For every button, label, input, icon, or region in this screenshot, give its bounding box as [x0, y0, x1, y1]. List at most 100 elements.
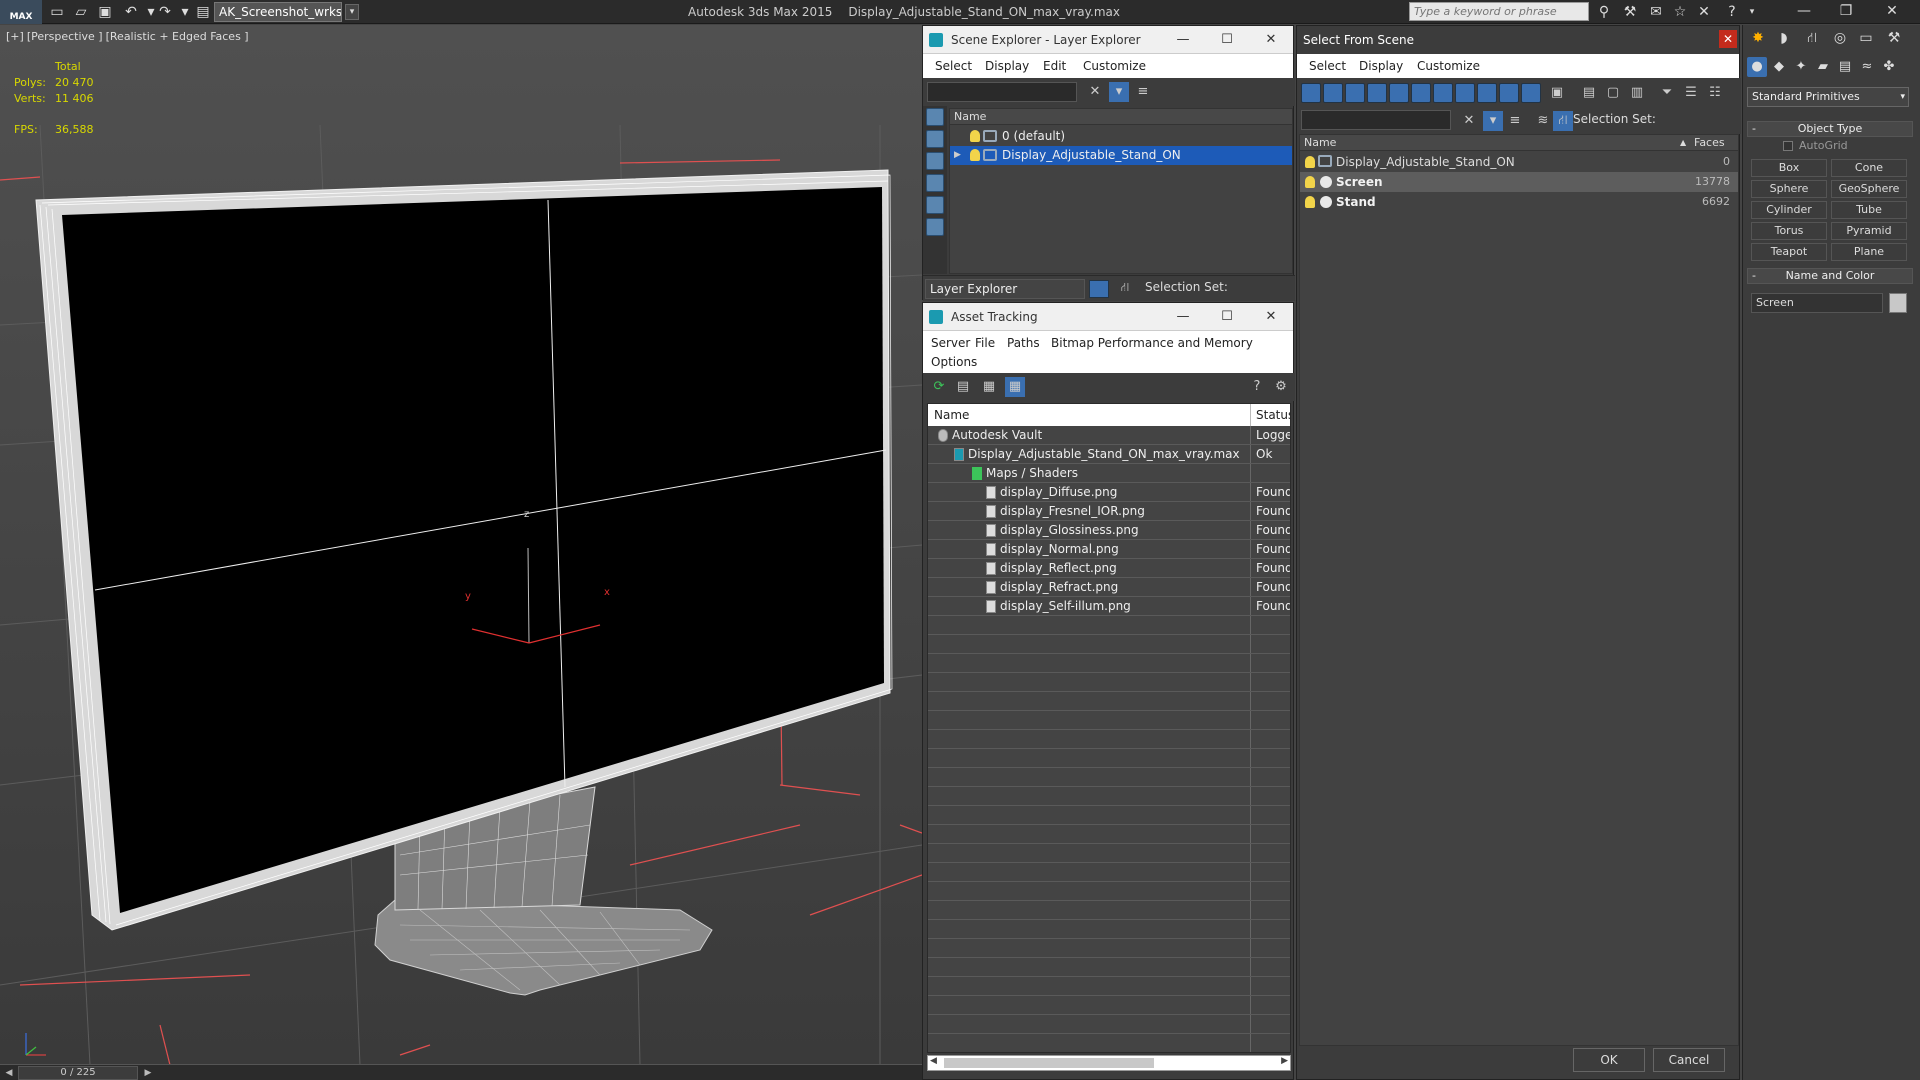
- name-color-rollout-header[interactable]: - Name and Color: [1747, 268, 1913, 284]
- ss-display-all-icon[interactable]: ▣: [1547, 83, 1567, 103]
- object-row[interactable]: Display_Adjustable_Stand_ON 0: [1300, 152, 1738, 172]
- se-menu-select[interactable]: Select: [935, 59, 972, 73]
- scene-explorer-maximize-icon[interactable]: ☐: [1205, 26, 1249, 54]
- asset-row[interactable]: [928, 692, 1290, 711]
- asset-row[interactable]: [928, 901, 1290, 920]
- object-type-rollout-header[interactable]: - Object Type: [1747, 121, 1913, 137]
- primitive-plane-button[interactable]: Plane: [1831, 243, 1907, 261]
- undo-icon[interactable]: ↶: [122, 3, 140, 21]
- time-prev-icon[interactable]: ◀: [2, 1066, 16, 1080]
- cancel-button[interactable]: Cancel: [1653, 1048, 1725, 1072]
- communication-icon[interactable]: ✉: [1646, 2, 1666, 22]
- at-menu-file[interactable]: File: [975, 336, 995, 350]
- at-help-icon[interactable]: ?: [1247, 377, 1267, 397]
- redo-dropdown-icon[interactable]: ▾: [176, 3, 194, 21]
- primitive-tube-button[interactable]: Tube: [1831, 201, 1907, 219]
- visibility-bulb-icon[interactable]: [1305, 196, 1315, 208]
- ss-filter-funnel-icon[interactable]: ⏷: [1657, 83, 1677, 103]
- ss-menu-customize[interactable]: Customize: [1417, 59, 1480, 73]
- asset-row[interactable]: [928, 635, 1290, 654]
- ok-button[interactable]: OK: [1573, 1048, 1645, 1072]
- primitive-category-dropdown[interactable]: Standard Primitives ▾: [1747, 87, 1909, 107]
- ss-select-all-icon[interactable]: ▤: [1579, 83, 1599, 103]
- viewport-menu-view[interactable]: [Perspective ]: [27, 30, 103, 43]
- se-menu-display[interactable]: Display: [985, 59, 1029, 73]
- asset-row[interactable]: [928, 749, 1290, 768]
- restore-icon[interactable]: ❐: [1826, 0, 1866, 24]
- workspace-selector[interactable]: AK_Screenshot_wrksp: [214, 2, 342, 22]
- asset-row[interactable]: display_Glossiness.png Found: [928, 521, 1290, 540]
- se-menu-customize[interactable]: Customize: [1083, 59, 1146, 73]
- redo-icon[interactable]: ↷: [156, 3, 174, 21]
- scene-explorer-close-icon[interactable]: ✕: [1249, 26, 1293, 54]
- save-file-icon[interactable]: ▣: [96, 3, 114, 21]
- se-menu-edit[interactable]: Edit: [1043, 59, 1066, 73]
- asset-col-name[interactable]: Name: [934, 404, 969, 426]
- se-side-shapes-icon[interactable]: [926, 130, 944, 148]
- se-side-helpers-icon[interactable]: [926, 196, 944, 214]
- ss-filter-containers-icon[interactable]: [1499, 83, 1519, 103]
- time-next-icon[interactable]: ▶: [141, 1066, 155, 1080]
- layer-mode-icon[interactable]: [1089, 280, 1109, 298]
- asset-tracking-title-bar[interactable]: Asset Tracking — ☐ ✕: [923, 303, 1293, 331]
- viewport-label[interactable]: [+] [Perspective ] [Realistic + Edged Face…: [6, 30, 249, 43]
- asset-row[interactable]: [928, 863, 1290, 882]
- ss-find-filter-icon[interactable]: ▾: [1483, 111, 1503, 131]
- open-file-icon[interactable]: ▱: [72, 3, 90, 21]
- layer-expand-icon[interactable]: ▶: [954, 146, 961, 165]
- asset-row[interactable]: [928, 730, 1290, 749]
- ss-filter-lights-icon[interactable]: [1345, 83, 1365, 103]
- list-view-icon[interactable]: ▤: [953, 377, 973, 397]
- ss-filter-helpers-icon[interactable]: [1389, 83, 1409, 103]
- asset-row[interactable]: [928, 958, 1290, 977]
- se-side-spacewarps-icon[interactable]: [926, 218, 944, 236]
- layer-row-default[interactable]: 0 (default): [950, 127, 1292, 146]
- hierarchy-tab-icon[interactable]: ⛙: [1801, 27, 1823, 49]
- visibility-bulb-icon[interactable]: [1305, 156, 1315, 168]
- primitive-geosphere-button[interactable]: GeoSphere: [1831, 180, 1907, 198]
- ss-filter-spacewarps-icon[interactable]: [1411, 83, 1431, 103]
- se-search-input[interactable]: [927, 82, 1077, 102]
- asset-row[interactable]: [928, 977, 1290, 996]
- ss-filter-groups-icon[interactable]: [1433, 83, 1453, 103]
- object-color-swatch[interactable]: [1889, 293, 1907, 313]
- utilities-tab-icon[interactable]: ⚒: [1883, 27, 1905, 49]
- primitive-torus-button[interactable]: Torus: [1751, 222, 1827, 240]
- ss-filter-xrefs-icon[interactable]: [1455, 83, 1475, 103]
- at-menu-bitmap[interactable]: Bitmap Performance and Memory: [1051, 336, 1253, 350]
- asset-row[interactable]: [928, 673, 1290, 692]
- asset-row[interactable]: [928, 1034, 1290, 1052]
- layer-list-header[interactable]: Name: [950, 109, 1292, 125]
- thumbnail-view-icon[interactable]: ▦: [979, 377, 999, 397]
- geometry-category-icon[interactable]: ●: [1747, 57, 1767, 77]
- object-name-input[interactable]: Screen: [1751, 293, 1883, 313]
- at-menu-server[interactable]: Server: [931, 336, 970, 350]
- sort-ascending-icon[interactable]: ▲: [1680, 135, 1686, 151]
- motion-tab-icon[interactable]: ◎: [1829, 27, 1851, 49]
- asset-row[interactable]: [928, 825, 1290, 844]
- asset-horizontal-scrollbar[interactable]: ◀ ▶: [927, 1055, 1291, 1071]
- helpers-category-icon[interactable]: ▤: [1835, 57, 1855, 77]
- systems-category-icon[interactable]: ✤: [1879, 57, 1899, 77]
- asset-row[interactable]: display_Refract.png Found: [928, 578, 1290, 597]
- ss-layer-tool-icon[interactable]: ≡: [1505, 111, 1525, 131]
- at-settings-icon[interactable]: ⚙: [1271, 377, 1291, 397]
- binoculars-icon[interactable]: ⚲: [1594, 2, 1614, 22]
- primitive-sphere-button[interactable]: Sphere: [1751, 180, 1827, 198]
- scroll-right-icon[interactable]: ▶: [1281, 1056, 1288, 1066]
- visibility-bulb-icon[interactable]: [1305, 176, 1315, 188]
- asset-row[interactable]: [928, 787, 1290, 806]
- ss-menu-display[interactable]: Display: [1359, 59, 1403, 73]
- minimize-icon[interactable]: —: [1784, 0, 1824, 24]
- asset-row[interactable]: display_Reflect.png Found: [928, 559, 1290, 578]
- close-icon[interactable]: ✕: [1872, 0, 1912, 24]
- ss-hierarchy-filter-icon[interactable]: ☰: [1681, 83, 1701, 103]
- asset-row[interactable]: display_Diffuse.png Found: [928, 483, 1290, 502]
- ss-clear-search-icon[interactable]: ✕: [1459, 111, 1479, 131]
- spacewarps-category-icon[interactable]: ≈: [1857, 57, 1877, 77]
- layer-visibility-bulb-icon[interactable]: [970, 149, 980, 161]
- ss-select-invert-icon[interactable]: ▥: [1627, 83, 1647, 103]
- asset-row[interactable]: [928, 711, 1290, 730]
- asset-row[interactable]: Autodesk Vault Logged: [928, 426, 1290, 445]
- ss-filter-geometry-icon[interactable]: [1301, 83, 1321, 103]
